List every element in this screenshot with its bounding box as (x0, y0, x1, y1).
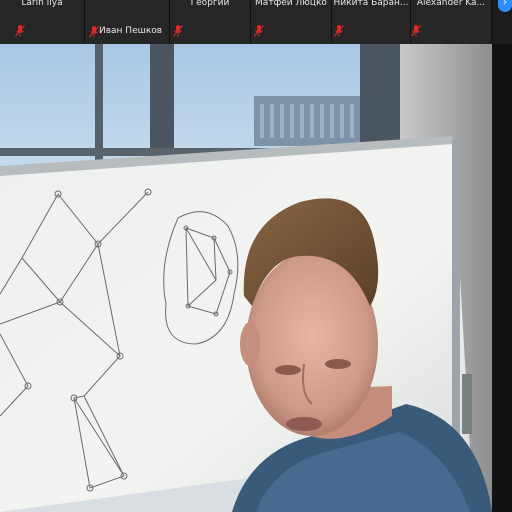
video-frame (0, 44, 492, 512)
muted-mic-icon (254, 25, 264, 37)
muted-mic-icon (411, 25, 421, 37)
muted-mic-icon (15, 25, 25, 37)
participant-name: Иван Пешков (99, 26, 163, 36)
muted-mic-icon (173, 25, 183, 37)
participant-tile-0[interactable]: Larin Ilya (0, 0, 85, 44)
participant-tile-2[interactable]: Георгий (170, 0, 251, 44)
right-sidebar (492, 44, 512, 512)
participant-tile-1[interactable]: Иван Пешков (85, 0, 170, 44)
participant-name: Георгий (190, 0, 230, 8)
active-speaker-video (0, 44, 492, 512)
participant-name: Матфей Люцко (255, 0, 327, 8)
muted-mic-icon (89, 26, 99, 38)
participant-name: Никита Баран... (333, 0, 409, 8)
participant-tile-5[interactable]: Alexander Ka... (411, 0, 492, 44)
participant-name: Alexander Ka... (416, 0, 486, 8)
muted-mic-icon (334, 25, 344, 37)
participant-strip: Larin Ilya Иван Пешков Георгий Матфей Лю… (0, 0, 512, 44)
participant-name: Larin Ilya (21, 0, 63, 8)
participant-tile-4[interactable]: Никита Баран... (332, 0, 411, 44)
chevron-right-icon[interactable]: › (498, 0, 512, 12)
participant-tile-3[interactable]: Матфей Люцко (251, 0, 332, 44)
